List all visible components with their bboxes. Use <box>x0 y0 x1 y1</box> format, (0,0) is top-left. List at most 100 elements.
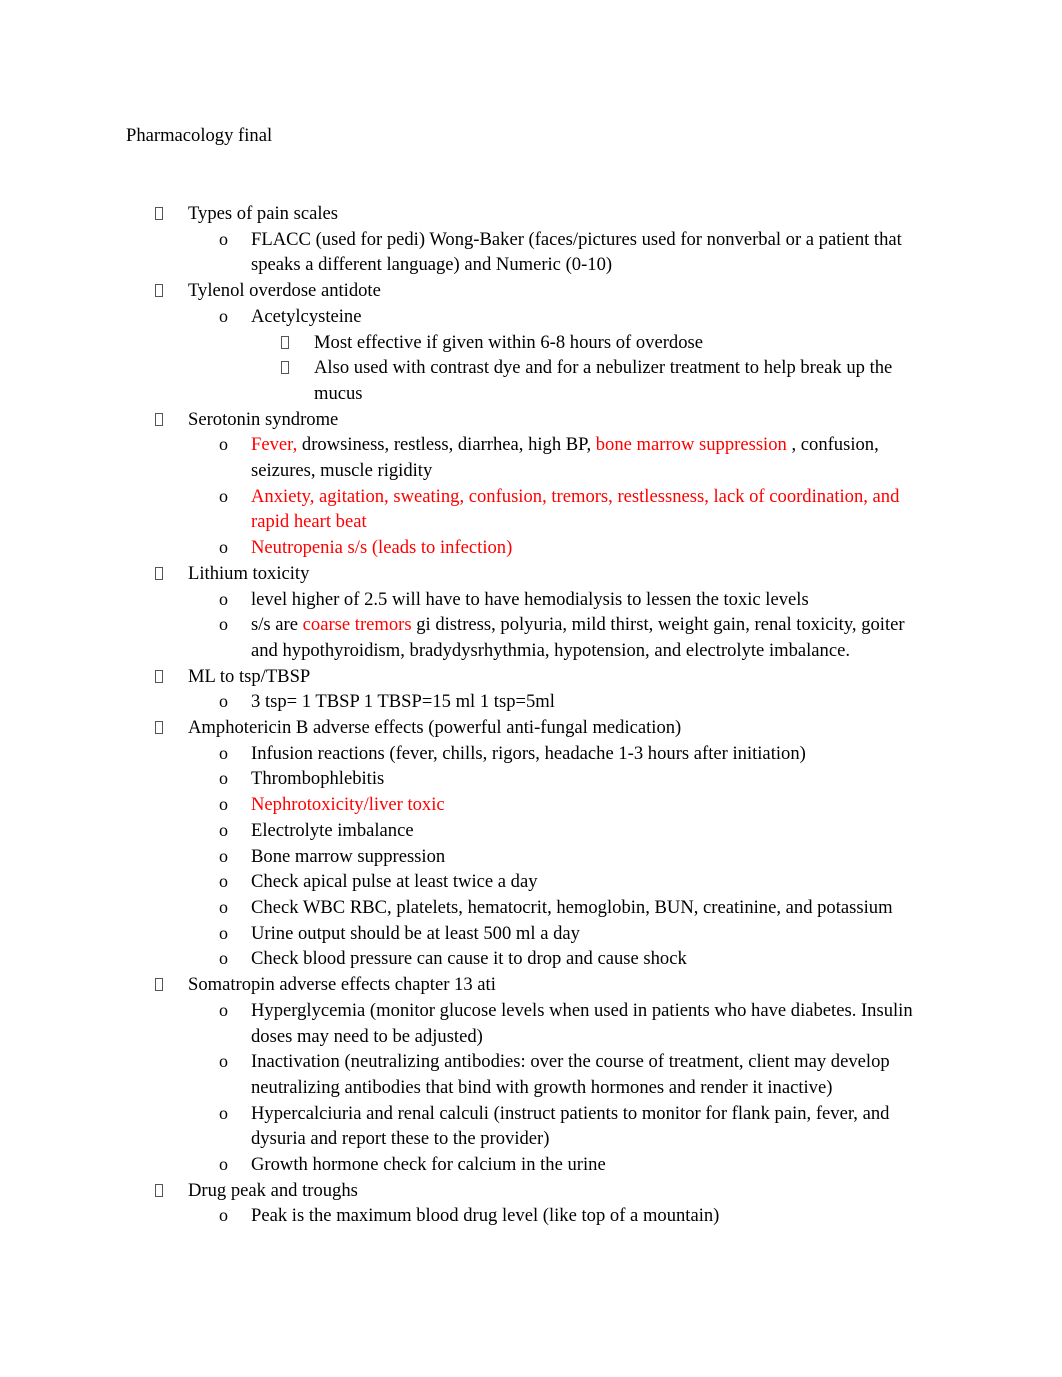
text-run: Most effective if given within 6-8 hours… <box>314 331 704 353</box>
bullet-circle-icon: o <box>219 1154 228 1175</box>
list-item-level-1: Types of pain scales <box>0 201 928 227</box>
bullet-box-icon <box>155 201 163 227</box>
bullet-circle-icon: o <box>219 742 228 763</box>
list-item-text: Acetylcysteine <box>251 306 361 327</box>
list-item-level-2: o Check apical pulse at least twice a day <box>0 869 931 895</box>
list-item-text: ML to tsp/TBSP <box>188 666 310 687</box>
bullet-box-icon <box>155 972 163 998</box>
bullet-circle-icon: o <box>219 614 228 635</box>
text-run: Amphotericin B adverse effects (powerful… <box>188 717 682 739</box>
list-item-level-2: o Growth hormone check for calcium in the… <box>0 1152 931 1178</box>
list-item-level-2: o Bone marrow suppression <box>0 844 931 870</box>
bullet-circle-icon: o <box>219 1205 228 1226</box>
bullet-circle-icon: o <box>219 845 228 866</box>
list-item-text: Nephrotoxicity/liver toxic <box>251 794 445 815</box>
list-item-text: Fever, drowsiness, restless, diarrhea, h… <box>251 434 879 481</box>
list-item-text: Peak is the maximum blood drug level (li… <box>251 1205 719 1226</box>
text-run: Check WBC RBC, platelets, hematocrit, he… <box>251 896 893 918</box>
list-item-level-1: ML to tsp/TBSP <box>0 664 928 690</box>
list-item-text: Lithium toxicity <box>188 563 309 584</box>
highlighted-text: coarse tremors <box>302 614 412 636</box>
bullet-circle-icon: o <box>219 999 228 1020</box>
bullet-circle-icon: o <box>219 896 228 917</box>
list-item-text: Anxiety, agitation, sweating, confusion,… <box>251 486 899 533</box>
list-item-level-2: o level higher of 2.5 will have to have h… <box>0 587 931 613</box>
list-item-text: level higher of 2.5 will have to have he… <box>251 589 809 610</box>
bullet-circle-icon: o <box>219 434 228 455</box>
list-item-level-1: Amphotericin B adverse effects (powerful… <box>0 715 928 741</box>
list-item-text: Most effective if given within 6-8 hours… <box>314 332 703 353</box>
list-item-text: Serotonin syndrome <box>188 409 338 430</box>
list-item-level-1: Tylenol overdose antidote <box>0 278 928 304</box>
list-item-level-2: o s/s are coarse tremors gi distress, pol… <box>0 612 931 663</box>
text-run: Growth hormone check for calcium in the … <box>251 1154 606 1176</box>
list-item-text: Inactivation (neutralizing antibodies: o… <box>251 1051 890 1098</box>
list-item-level-2: o Hypercalciuria and renal calculi (instr… <box>0 1101 931 1152</box>
highlighted-text: Neutropenia s/s (leads to infection) <box>251 537 513 559</box>
text-run: Electrolyte imbalance <box>251 819 414 841</box>
text-run: 3 tsp= 1 TBSP 1 TBSP=15 ml 1 tsp=5ml <box>251 691 555 713</box>
text-run: Acetylcysteine <box>251 305 362 327</box>
list-item-level-2: o Peak is the maximum blood drug level (l… <box>0 1203 931 1229</box>
list-item-level-2: o Electrolyte imbalance <box>0 818 931 844</box>
text-run: Somatropin adverse effects chapter 13 at… <box>188 974 496 996</box>
bullet-box-icon <box>281 355 289 381</box>
text-run: Drug peak and troughs <box>188 1179 358 1201</box>
text-run: Hypercalciuria and renal calculi (instru… <box>251 1102 890 1150</box>
list-item-level-2: o Acetylcysteine <box>0 304 931 330</box>
list-item-text: Check apical pulse at least twice a day <box>251 871 538 892</box>
text-run: Hyperglycemia (monitor glucose levels wh… <box>251 999 913 1047</box>
list-item-level-2: o Urine output should be at least 500 ml … <box>0 921 931 947</box>
list-item-level-1: Serotonin syndrome <box>0 407 928 433</box>
bullet-circle-icon: o <box>219 768 228 789</box>
list-item-level-2: o Inactivation (neutralizing antibodies: … <box>0 1049 931 1100</box>
bullet-circle-icon: o <box>219 537 228 558</box>
list-item-text: Somatropin adverse effects chapter 13 at… <box>188 974 496 995</box>
list-item-level-1: Drug peak and troughs <box>0 1178 928 1204</box>
list-item-level-2: o FLACC (used for pedi) Wong-Baker (faces… <box>0 227 931 278</box>
text-run: ML to tsp/TBSP <box>188 665 311 687</box>
highlighted-text: Nephrotoxicity/liver toxic <box>251 794 445 816</box>
list-item-text: s/s are coarse tremors gi distress, poly… <box>251 614 905 661</box>
list-item-level-2: o Fever, drowsiness, restless, diarrhea, … <box>0 432 931 483</box>
list-item-text: Check WBC RBC, platelets, hematocrit, he… <box>251 897 893 918</box>
text-run: drowsiness, restless, diarrhea, high BP, <box>297 434 596 456</box>
text-run: Urine output should be at least 500 ml a… <box>251 922 580 944</box>
bullet-circle-icon: o <box>219 305 228 326</box>
list-item-text: Hyperglycemia (monitor glucose levels wh… <box>251 1000 913 1047</box>
text-run: Tylenol overdose antidote <box>188 280 381 302</box>
bullet-circle-icon: o <box>219 228 228 249</box>
bullet-box-icon <box>155 664 163 690</box>
bullet-circle-icon: o <box>219 948 228 969</box>
text-run: Inactivation (neutralizing antibodies: o… <box>251 1051 890 1098</box>
text-run: Bone marrow suppression <box>251 845 446 867</box>
list-item-text: Check blood pressure can cause it to dro… <box>251 948 687 969</box>
bullet-box-icon <box>155 1178 163 1204</box>
list-item-level-1: Somatropin adverse effects chapter 13 at… <box>0 972 928 998</box>
bullet-circle-icon: o <box>219 1051 228 1072</box>
list-item-level-2: o Infusion reactions (fever, chills, rigo… <box>0 741 931 767</box>
bullet-box-icon <box>155 278 163 304</box>
text-run: s/s are <box>251 614 303 636</box>
list-item-text: Types of pain scales <box>188 203 338 224</box>
text-run: FLACC (used for pedi) Wong-Baker (faces/… <box>251 228 902 276</box>
list-item-text: Drug peak and troughs <box>188 1180 358 1201</box>
list-item-text: Infusion reactions (fever, chills, rigor… <box>251 743 806 764</box>
list-item-level-3: Most effective if given within 6-8 hours… <box>0 330 914 356</box>
text-run: Also used with contrast dye and for a ne… <box>314 357 893 404</box>
bullet-circle-icon: o <box>219 794 228 815</box>
list-item-level-1: Lithium toxicity <box>0 561 928 587</box>
text-run: Serotonin syndrome <box>188 408 339 430</box>
highlighted-text: bone marrow suppression <box>595 434 787 456</box>
highlighted-text: Anxiety, agitation, sweating, confusion,… <box>251 485 900 533</box>
list-item-text: Thrombophlebitis <box>251 768 384 789</box>
bullet-box-icon <box>281 330 289 356</box>
text-run: Lithium toxicity <box>188 562 310 584</box>
list-item-level-2: o 3 tsp= 1 TBSP 1 TBSP=15 ml 1 tsp=5ml <box>0 689 931 715</box>
list-item-text: Also used with contrast dye and for a ne… <box>314 357 892 404</box>
text-run: Check apical pulse at least twice a day <box>251 871 538 893</box>
bullet-circle-icon: o <box>219 871 228 892</box>
list-item-text: FLACC (used for pedi) Wong-Baker (faces/… <box>251 229 902 276</box>
bullet-circle-icon: o <box>219 922 228 943</box>
text-run: Infusion reactions (fever, chills, rigor… <box>251 742 806 764</box>
